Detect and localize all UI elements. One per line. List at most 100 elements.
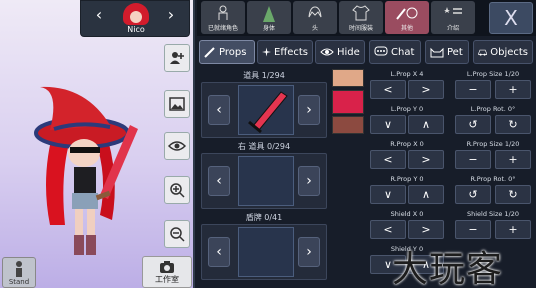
- body-icon: [263, 6, 275, 22]
- color-swatch-1[interactable]: [332, 69, 364, 87]
- control-label: L.Prop X 4: [390, 70, 424, 78]
- zoom-in-button[interactable]: [164, 176, 190, 204]
- visibility-button[interactable]: [164, 132, 190, 160]
- control-button-r1[interactable]: ↺: [455, 115, 491, 134]
- tab-props-label: Props: [219, 46, 247, 58]
- control-button-r1[interactable]: ↺: [455, 185, 491, 204]
- left-prop-preview[interactable]: [238, 85, 294, 135]
- left-prop-slot: ‹ ›: [201, 82, 327, 138]
- sword-prop-icon: [248, 91, 288, 134]
- camera-icon: [160, 261, 174, 273]
- control-button-r2[interactable]: +: [495, 220, 531, 239]
- tab-objects-label: Objects: [490, 46, 528, 58]
- control-label: R.Prop Y 0: [390, 175, 424, 183]
- tab-chat[interactable]: Chat: [369, 40, 421, 64]
- tab-label: 时间服装: [348, 25, 373, 32]
- add-person-icon: [170, 52, 184, 64]
- control-button-r2[interactable]: ↻: [495, 185, 531, 204]
- tab-effects-label: Effects: [274, 46, 308, 58]
- shield-count: 盾牌 0/41: [245, 213, 283, 222]
- control-button-r1[interactable]: −: [455, 150, 491, 169]
- shield-preview[interactable]: [238, 227, 294, 277]
- zoom-out-icon: [170, 227, 185, 242]
- character-avatar[interactable]: [123, 3, 149, 25]
- add-character-button[interactable]: [164, 44, 190, 72]
- color-swatch-3[interactable]: [332, 116, 364, 134]
- tab-label: 身体: [262, 25, 275, 32]
- tab-objects[interactable]: Objects: [473, 40, 533, 64]
- control-button-l1[interactable]: <: [370, 80, 406, 99]
- control-button-l1[interactable]: <: [370, 150, 406, 169]
- control-button-r2[interactable]: +: [495, 80, 531, 99]
- control-label: R.Prop Size 1/20: [466, 140, 520, 148]
- right-prop-next-button[interactable]: ›: [298, 166, 320, 196]
- character-icon: [218, 5, 228, 20]
- right-prop-slot: ‹ ›: [201, 153, 327, 209]
- tab-other[interactable]: 其他: [385, 1, 429, 34]
- control-button-r2[interactable]: +: [495, 150, 531, 169]
- tab-chat-label: Chat: [391, 46, 415, 58]
- stand-button[interactable]: Stand: [2, 257, 36, 288]
- studio-label: 工作室: [155, 275, 179, 284]
- shield-prev-button[interactable]: ‹: [208, 237, 230, 267]
- tab-pet[interactable]: Pet: [425, 40, 469, 64]
- shield-next-button[interactable]: ›: [298, 237, 320, 267]
- control-label: Shield X 0: [390, 210, 424, 218]
- profile-icon: [444, 7, 462, 14]
- control-label: L.Prop Y 0: [390, 105, 424, 113]
- left-prop-next-button[interactable]: ›: [298, 95, 320, 125]
- left-prop-prev-button[interactable]: ‹: [208, 95, 230, 125]
- tab-body[interactable]: 身体: [247, 1, 291, 34]
- tab-head[interactable]: 头: [293, 1, 337, 34]
- control-button-r1[interactable]: −: [455, 220, 491, 239]
- control-label: R.Prop X 0: [390, 140, 424, 148]
- control-label: L.Prop Rot. 0°: [470, 105, 516, 113]
- control-button-l2[interactable]: ∧: [408, 115, 444, 134]
- control-button-l1[interactable]: ∨: [370, 185, 406, 204]
- left-prop-count: 道具 1/294: [243, 71, 285, 80]
- control-button-l1[interactable]: <: [370, 220, 406, 239]
- category-bar: 已就绪角色 身体 头 时间服装 其他 介绍 X: [197, 0, 536, 36]
- watermark: 大玩客: [392, 249, 504, 288]
- chat-icon: [374, 46, 388, 56]
- control-button-l1[interactable]: ∨: [370, 115, 406, 134]
- control-button-l2[interactable]: ∧: [408, 185, 444, 204]
- control-label: R.Prop Rot. 0°: [470, 175, 516, 183]
- sparkle-icon: [262, 47, 271, 57]
- zoom-in-icon: [170, 183, 185, 198]
- eye-icon: [168, 141, 186, 151]
- props-cat-icon: [396, 7, 418, 20]
- background-button[interactable]: [164, 90, 190, 118]
- control-button-l2[interactable]: >: [408, 150, 444, 169]
- tab-label: 其他: [400, 25, 413, 32]
- hair-icon: [308, 6, 322, 18]
- tab-hide[interactable]: Hide: [315, 40, 365, 64]
- control-button-l2[interactable]: >: [408, 80, 444, 99]
- car-icon: [478, 49, 487, 56]
- control-button-r1[interactable]: −: [455, 80, 491, 99]
- tab-profile[interactable]: 介绍: [431, 1, 475, 34]
- zoom-out-button[interactable]: [164, 220, 190, 248]
- tab-effects[interactable]: Effects: [257, 40, 313, 64]
- tab-pet-label: Pet: [447, 46, 463, 58]
- control-label: Shield Size 1/20: [466, 210, 520, 218]
- right-prop-preview[interactable]: [238, 156, 294, 206]
- color-swatch-2[interactable]: [332, 90, 364, 114]
- tab-preset-characters[interactable]: 已就绪角色: [201, 1, 245, 34]
- tab-hide-label: Hide: [337, 46, 360, 58]
- eye-icon: [320, 48, 334, 56]
- tab-props[interactable]: Props: [199, 40, 255, 64]
- tab-label: 已就绪角色: [207, 25, 238, 32]
- prev-character-button[interactable]: ‹: [89, 5, 109, 25]
- sword-icon: [204, 47, 215, 58]
- next-character-button[interactable]: ›: [161, 5, 181, 25]
- control-button-l2[interactable]: >: [408, 220, 444, 239]
- shield-slot: ‹ ›: [201, 224, 327, 280]
- right-prop-prev-button[interactable]: ‹: [208, 166, 230, 196]
- close-button[interactable]: X: [489, 2, 533, 34]
- image-icon: [169, 97, 185, 111]
- studio-button[interactable]: 工作室: [142, 256, 192, 288]
- control-button-r2[interactable]: ↻: [495, 115, 531, 134]
- right-prop-count: 右 道具 0/294: [237, 142, 291, 151]
- tab-outfit[interactable]: 时间服装: [339, 1, 383, 34]
